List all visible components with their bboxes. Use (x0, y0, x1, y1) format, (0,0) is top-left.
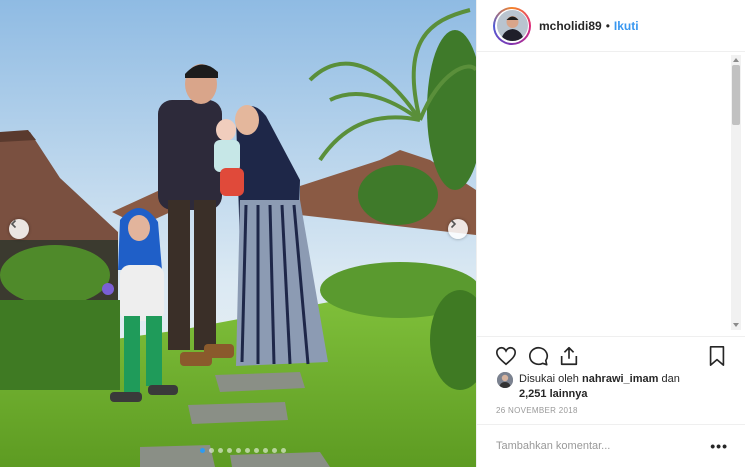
post-side-panel: mcholidi89 • Ikuti Disukai oleh nahrawi_… (476, 0, 745, 467)
carousel-dot (218, 448, 223, 453)
avatar[interactable] (493, 6, 531, 45)
likes-count[interactable]: 2,251 lainnya (519, 388, 588, 400)
likes-conjunction: dan (661, 373, 680, 385)
carousel-dot (236, 448, 241, 453)
carousel-dot (272, 448, 277, 453)
carousel-next-button[interactable] (448, 219, 468, 239)
comments-area (477, 53, 745, 335)
likes-summary: Disukai oleh nahrawi_imam dan 2,251 lain… (497, 372, 737, 402)
more-options-icon[interactable]: ••• (710, 438, 728, 454)
carousel-dot (263, 448, 268, 453)
carousel-dot (200, 448, 205, 453)
chevron-left-icon (10, 219, 17, 229)
scroll-down-arrow[interactable] (733, 323, 739, 327)
carousel-dot (281, 448, 286, 453)
profile-photo (496, 10, 528, 41)
comment-bubble-icon[interactable] (527, 345, 549, 367)
carousel-dot (227, 448, 232, 453)
carousel-dot (245, 448, 250, 453)
share-icon[interactable] (558, 345, 580, 367)
family-photo-illustration (0, 0, 476, 467)
chevron-right-icon (450, 219, 457, 229)
carousel-indicator (200, 448, 286, 453)
carousel-dot (254, 448, 259, 453)
carousel-prev-button[interactable] (9, 219, 29, 239)
comment-form: ••• (477, 424, 745, 467)
scroll-up-arrow[interactable] (733, 58, 739, 62)
liker-username[interactable]: nahrawi_imam (582, 373, 658, 385)
post-username[interactable]: mcholidi89 (539, 19, 602, 33)
scroll-thumb[interactable] (732, 65, 740, 125)
post-photo[interactable] (0, 0, 476, 467)
carousel-dot (209, 448, 214, 453)
heart-icon[interactable] (495, 345, 517, 367)
likes-prefix: Disukai oleh (519, 373, 579, 385)
follow-button[interactable]: Ikuti (614, 19, 639, 33)
post-timestamp[interactable]: 26 NOVEMBER 2018 (496, 406, 578, 415)
bookmark-icon[interactable] (706, 345, 728, 367)
header-separator: • (605, 18, 610, 33)
post-header: mcholidi89 • Ikuti (477, 0, 745, 52)
comment-input[interactable] (496, 440, 711, 452)
liker-photo (497, 372, 513, 388)
post-actions (477, 336, 745, 374)
comments-scrollbar[interactable] (731, 55, 741, 330)
liker-avatar[interactable] (497, 372, 513, 388)
